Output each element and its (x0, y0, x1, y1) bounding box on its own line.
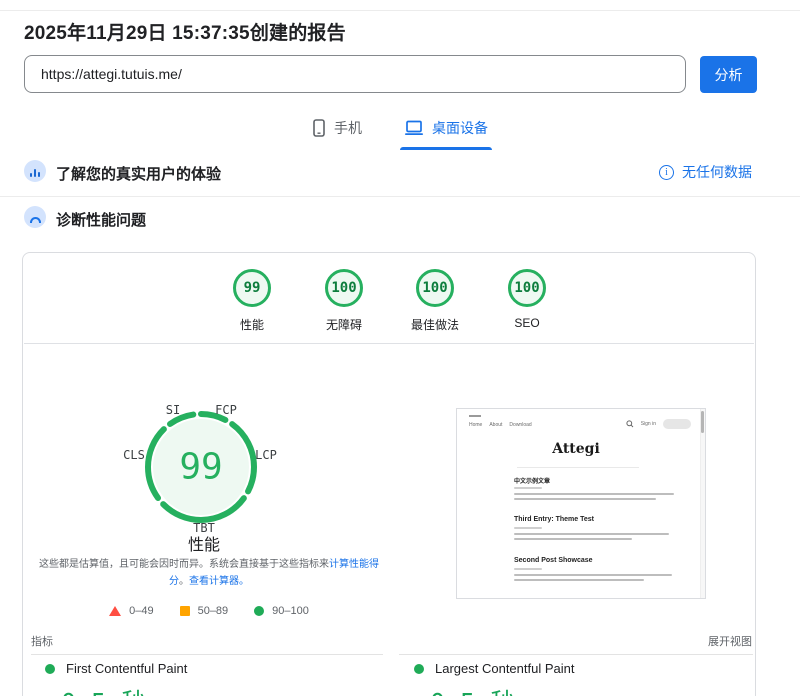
laptop-icon (404, 120, 424, 136)
tab-desktop[interactable]: 桌面设备 (400, 110, 492, 150)
no-data-label: 无任何数据 (682, 162, 752, 182)
metrics-divider-right (399, 654, 753, 655)
score-seo[interactable]: 100 SEO (482, 269, 572, 330)
score-performance-label: 性能 (207, 316, 297, 333)
metrics-header-label: 指标 (31, 633, 53, 649)
card-divider (24, 343, 754, 344)
metrics-header-row: 指标 展开视图 (31, 633, 752, 649)
score-best-practices-value: 100 (416, 269, 454, 307)
analyze-button[interactable]: 分析 (700, 56, 757, 93)
report-card: 99 性能 100 无障碍 100 最佳做法 100 SEO SI FCP CL… (22, 252, 756, 696)
thumb-post-title-1: 中文示例文章 (514, 476, 550, 485)
calculator-link[interactable]: 查看计算器。 (189, 576, 249, 587)
gauge-score: 99 (179, 447, 222, 488)
field-data-title: 了解您的真实用户的体验 (56, 163, 221, 184)
pass-dot-icon (45, 664, 55, 674)
score-performance-value: 99 (233, 269, 271, 307)
expand-view-button[interactable]: 展开视图 (708, 633, 752, 649)
score-best-practices-label: 最佳做法 (390, 316, 480, 333)
legend-average: 50–89 (180, 605, 229, 617)
thumb-divider (517, 467, 639, 468)
field-data-section-header: 了解您的真实用户的体验 i 无任何数据 (0, 160, 800, 196)
metric-fcp-name: First Contentful Paint (66, 661, 187, 676)
thumb-text-line (514, 538, 632, 540)
metric-fcp-value: 0.5 秒 (61, 683, 187, 696)
diagnostics-title: 诊断性能问题 (56, 209, 146, 230)
score-accessibility-label: 无障碍 (299, 316, 389, 333)
tab-mobile-label: 手机 (334, 118, 362, 138)
thumb-site-title: Attegi (457, 441, 695, 457)
score-performance[interactable]: 99 性能 (207, 269, 297, 333)
search-icon (626, 420, 634, 428)
gauge-label-fcp: FCP (215, 403, 237, 417)
top-divider (0, 10, 800, 11)
gauge-label-cls: CLS (123, 448, 145, 462)
thumb-nav: Home About Download (469, 422, 532, 428)
device-tabs: 手机 桌面设备 (0, 110, 800, 150)
metric-fcp: First Contentful Paint 0.5 秒 (45, 661, 187, 696)
site-screenshot-thumbnail[interactable]: Home About Download Sign in Attegi 中文示例文… (456, 408, 706, 599)
thumb-header-right: Sign in (626, 419, 691, 429)
score-disclaimer: 这些都是估算值，且可能会因时而异。系统会直接基于这些指标来计算性能得分。查看计算… (37, 556, 381, 590)
tab-mobile[interactable]: 手机 (308, 110, 366, 150)
url-input[interactable] (24, 55, 686, 93)
score-accessibility-value: 100 (325, 269, 363, 307)
legend-triangle-icon (109, 606, 121, 616)
thumb-text-line (514, 493, 674, 495)
speedometer-icon (24, 206, 46, 228)
score-seo-label: SEO (482, 316, 572, 330)
thumb-post-date-2 (514, 527, 542, 529)
thumb-signin-label: Sign in (641, 421, 656, 427)
metric-lcp-name: Largest Contentful Paint (435, 661, 574, 676)
no-data-status[interactable]: i 无任何数据 (659, 162, 752, 182)
gauge-label-si: SI (166, 403, 180, 417)
metric-lcp: Largest Contentful Paint 0.5 秒 (414, 661, 574, 696)
section-divider (0, 196, 800, 197)
active-tab-underline (400, 147, 492, 150)
info-icon: i (659, 165, 674, 180)
thumb-post-title-3: Second Post Showcase (514, 557, 593, 564)
page-title: 2025年11月29日 15:37:35创建的报告 (24, 18, 346, 45)
metric-lcp-value: 0.5 秒 (430, 683, 574, 696)
thumb-subscribe-pill (663, 419, 691, 429)
gauge-label-lcp: LCP (255, 448, 277, 462)
thumb-scrollbar-thumb[interactable] (701, 411, 704, 433)
thumb-post-title-2: Third Entry: Theme Test (514, 516, 594, 523)
score-accessibility[interactable]: 100 无障碍 (299, 269, 389, 333)
diagnostics-section-header: 诊断性能问题 (0, 206, 800, 242)
disclaimer-text: 这些都是估算值，且可能会因时而异。系统会直接基于这些指标来 (39, 559, 329, 570)
legend-circle-icon (254, 606, 264, 616)
tab-desktop-label: 桌面设备 (432, 118, 488, 138)
score-seo-value: 100 (508, 269, 546, 307)
thumb-text-line (514, 579, 644, 581)
score-legend: 0–49 50–89 90–100 (37, 605, 381, 617)
thumb-text-line (514, 574, 672, 576)
legend-pass: 90–100 (254, 605, 309, 617)
gauge-caption: 性能 (188, 531, 220, 555)
bar-chart-icon (24, 160, 46, 182)
thumb-text-line (514, 533, 669, 535)
phone-icon (312, 119, 326, 137)
thumb-post-date-1 (514, 487, 542, 489)
pass-dot-icon (414, 664, 424, 674)
score-best-practices[interactable]: 100 最佳做法 (390, 269, 480, 333)
legend-fail: 0–49 (109, 605, 153, 617)
metrics-divider-left (31, 654, 383, 655)
legend-square-icon (180, 606, 190, 616)
thumb-scrollbar[interactable] (700, 409, 705, 598)
thumb-logo (469, 415, 481, 417)
thumb-post-date-3 (514, 568, 542, 570)
thumb-text-line (514, 498, 656, 500)
